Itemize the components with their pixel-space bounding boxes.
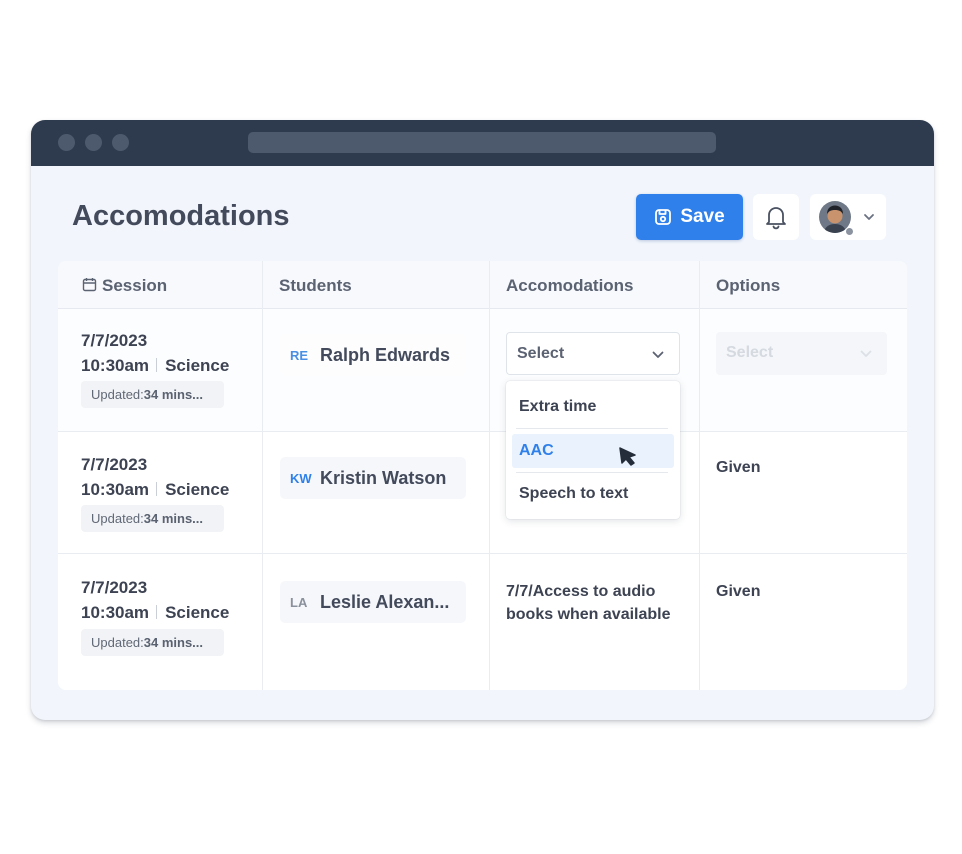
session-date: 7/7/2023 — [81, 331, 148, 350]
title-bar — [31, 120, 934, 166]
accommodation-dropdown-menu: Extra time AAC Speech to text — [506, 381, 680, 519]
dropdown-item-aac[interactable]: AAC — [519, 442, 554, 460]
chevron-down-icon — [651, 348, 665, 367]
row-divider — [58, 431, 907, 432]
dropdown-divider — [516, 428, 668, 429]
student-chip[interactable]: KW Kristin Watson — [280, 457, 466, 499]
window-minimize-dot[interactable] — [85, 134, 102, 151]
column-divider — [262, 261, 263, 690]
chevron-down-icon — [862, 210, 876, 229]
window-maximize-dot[interactable] — [112, 134, 129, 151]
calendar-icon — [82, 277, 97, 297]
dropdown-divider — [516, 472, 668, 473]
window-close-dot[interactable] — [58, 134, 75, 151]
student-name: Leslie Alexan... — [320, 591, 450, 612]
bell-icon — [764, 204, 788, 230]
profile-menu-button[interactable] — [810, 194, 886, 240]
dropdown-item-extra-time[interactable]: Extra time — [519, 398, 596, 416]
status-indicator — [845, 227, 854, 236]
student-initials: KW — [290, 470, 312, 486]
updated-badge: Updated:34 mins... — [81, 505, 224, 532]
row-divider — [58, 553, 907, 554]
updated-badge: Updated:34 mins... — [81, 381, 224, 408]
column-header-accomodations[interactable]: Accomodations — [506, 276, 634, 296]
student-initials: LA — [290, 594, 308, 610]
option-value: Given — [716, 583, 761, 600]
session-time: 10:30am Science — [81, 356, 230, 375]
session-date: 7/7/2023 — [81, 578, 148, 597]
notifications-button[interactable] — [753, 194, 799, 240]
column-header-students[interactable]: Students — [279, 276, 352, 296]
select-value: Select — [517, 345, 565, 362]
column-header-options[interactable]: Options — [716, 276, 780, 296]
save-button[interactable]: Save — [636, 194, 743, 240]
options-select: Select — [716, 332, 887, 375]
session-date: 7/7/2023 — [81, 455, 148, 474]
accommodation-select[interactable]: Select — [506, 332, 680, 375]
select-value: Select — [726, 344, 774, 361]
option-value: Given — [716, 459, 761, 476]
page-title: Accomodations — [72, 200, 290, 232]
cursor-icon — [618, 446, 638, 471]
session-time: 10:30am Science — [81, 603, 230, 622]
save-button-label: Save — [680, 206, 725, 227]
accommodation-value: 7/7/Access to audio books when available — [506, 583, 671, 623]
updated-badge: Updated:34 mins... — [81, 629, 224, 656]
student-name: Kristin Watson — [320, 467, 447, 488]
address-bar[interactable] — [248, 132, 716, 153]
column-divider — [489, 261, 490, 690]
student-chip[interactable]: RE Ralph Edwards — [280, 334, 466, 376]
accommodations-table: Session Students Accomodations Options 7… — [58, 261, 907, 690]
session-time: 10:30am Science — [81, 480, 230, 499]
table-header: Session Students Accomodations Options — [58, 261, 907, 309]
column-header-session[interactable]: Session — [102, 276, 167, 296]
app-window: Accomodations Save Session Students Acco… — [31, 120, 934, 720]
dropdown-item-speech-to-text[interactable]: Speech to text — [519, 485, 628, 503]
student-name: Ralph Edwards — [320, 344, 451, 365]
chevron-down-icon — [859, 347, 873, 366]
save-icon — [654, 208, 672, 226]
student-initials: RE — [290, 347, 309, 363]
student-chip[interactable]: LA Leslie Alexan... — [280, 581, 466, 623]
